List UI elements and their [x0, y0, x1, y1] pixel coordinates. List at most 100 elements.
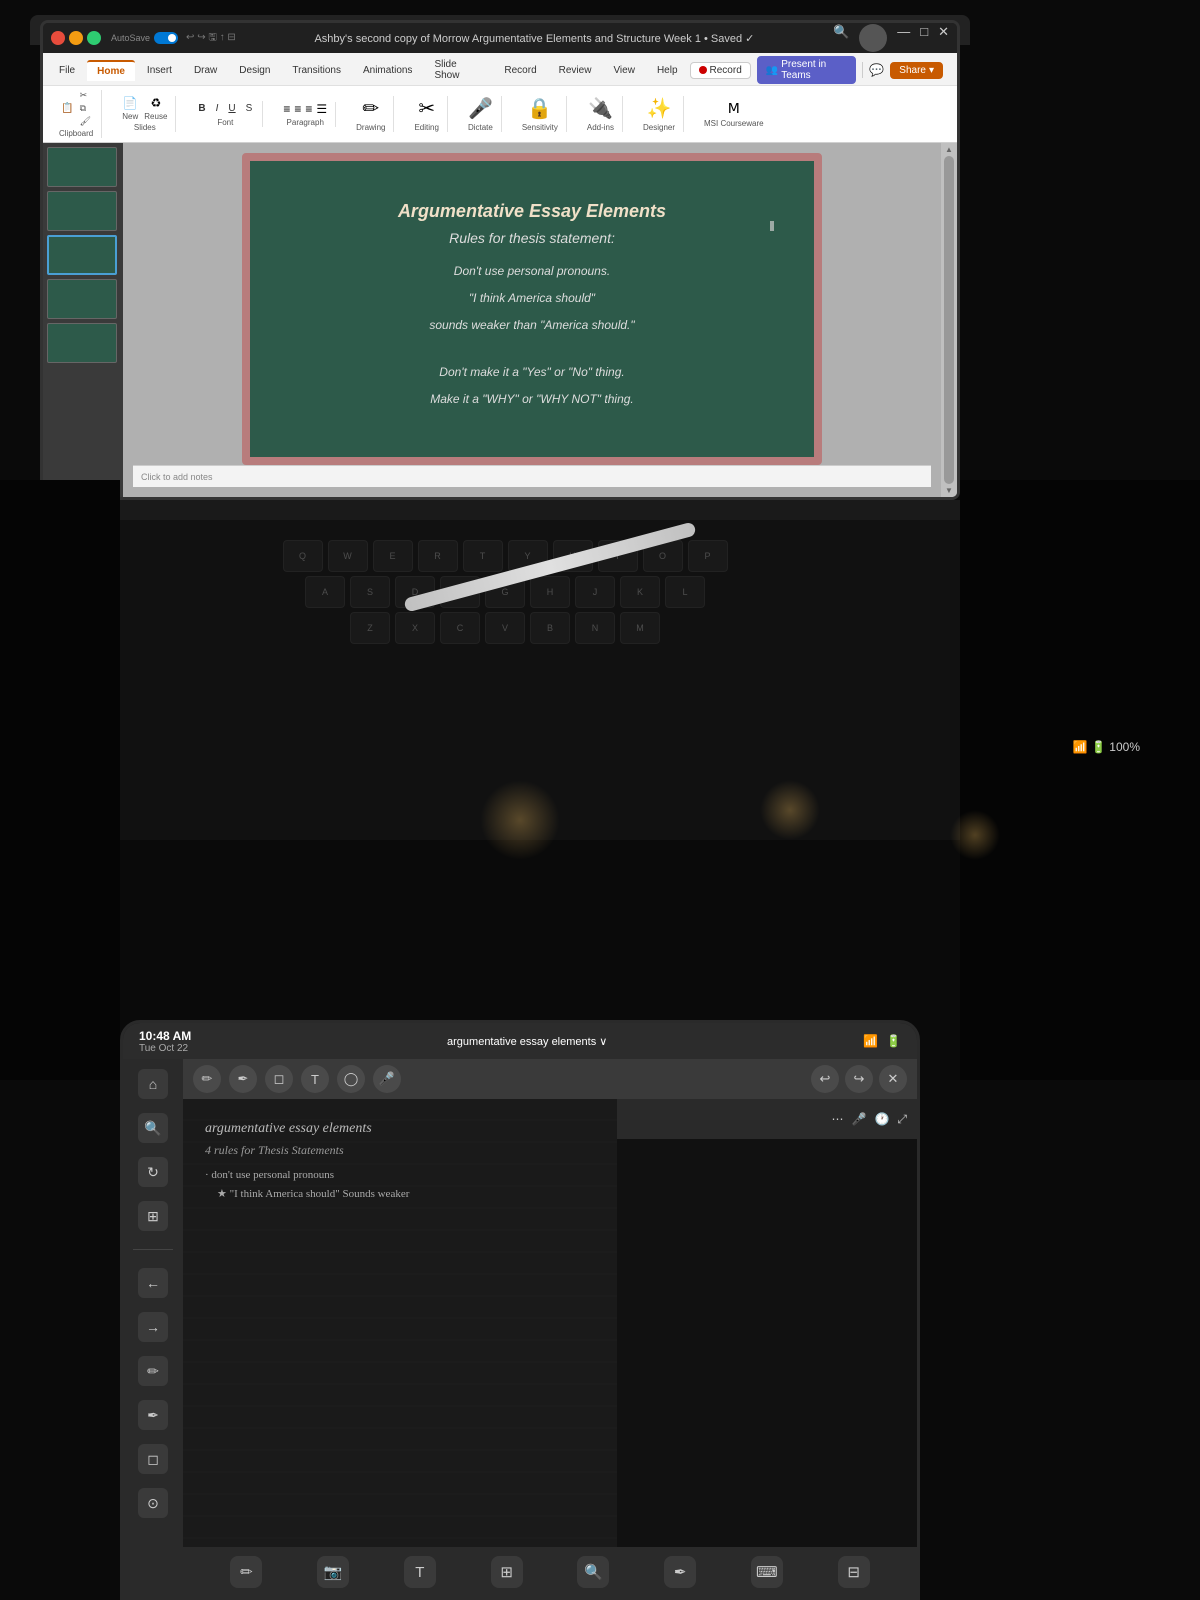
italic-btn[interactable]: I [216, 103, 219, 114]
tablet-redo-btn[interactable]: ↪ [845, 1065, 873, 1093]
tablet-bottom-1[interactable]: ✏ [230, 1556, 262, 1588]
tablet-bottom-7[interactable]: ⌨ [751, 1556, 783, 1588]
key-a[interactable]: A [305, 576, 345, 608]
present-in-teams-button[interactable]: 👥 Present in Teams [757, 56, 857, 84]
tablet-tool-3[interactable]: ◻ [265, 1065, 293, 1093]
tab-home[interactable]: Home [87, 60, 135, 81]
copy-icon[interactable]: ⧉ [80, 103, 91, 114]
slide-thumb-37[interactable] [47, 235, 117, 275]
key-v[interactable]: V [485, 612, 525, 644]
key-n[interactable]: N [575, 612, 615, 644]
addins-icon[interactable]: 🔌 [588, 96, 613, 121]
notes-placeholder[interactable]: Click to add notes [141, 472, 213, 482]
key-z[interactable]: Z [350, 612, 390, 644]
tab-file[interactable]: File [49, 61, 85, 80]
tablet-expand-icon[interactable]: ⤢ [897, 1112, 907, 1127]
tablet-bottom-8[interactable]: ⊟ [838, 1556, 870, 1588]
drawing-icon[interactable]: ✏ [362, 96, 379, 121]
tablet-forward-btn[interactable]: → [138, 1312, 168, 1342]
key-s[interactable]: S [350, 576, 390, 608]
key-w[interactable]: W [328, 540, 368, 572]
tab-animations[interactable]: Animations [353, 61, 422, 80]
scroll-bar[interactable]: ▲ ▼ [941, 143, 957, 497]
tablet-bottom-3[interactable]: T [404, 1556, 436, 1588]
maximize-button-app[interactable] [87, 31, 101, 45]
tab-review[interactable]: Review [549, 61, 602, 80]
key-b[interactable]: B [530, 612, 570, 644]
tablet-undo-btn[interactable]: ↩ [811, 1065, 839, 1093]
bullets-icon[interactable]: ☰ [316, 102, 327, 116]
key-h[interactable]: H [530, 576, 570, 608]
key-k[interactable]: K [620, 576, 660, 608]
tablet-refresh-btn[interactable]: ↻ [138, 1157, 168, 1187]
tab-help[interactable]: Help [647, 61, 688, 80]
tablet-tool-1[interactable]: ✏ [193, 1065, 221, 1093]
cut-icon[interactable]: ✂ [80, 90, 91, 101]
tablet-pencil-btn[interactable]: ✒ [138, 1400, 168, 1430]
msi-icon[interactable]: Ⅿ [728, 100, 740, 117]
tablet-bottom-2[interactable]: 📷 [317, 1556, 349, 1588]
minimize-button-app[interactable] [69, 31, 83, 45]
dictate-icon[interactable]: 🎤 [468, 96, 493, 121]
key-p[interactable]: P [688, 540, 728, 572]
tablet-search-btn[interactable]: 🔍 [138, 1113, 168, 1143]
tablet-pen-btn[interactable]: ✏ [138, 1356, 168, 1386]
tablet-close-btn[interactable]: ✕ [879, 1065, 907, 1093]
tablet-clock-icon[interactable]: 🕐 [874, 1112, 889, 1126]
tablet-home-btn[interactable]: ⌂ [138, 1069, 168, 1099]
key-e[interactable]: E [373, 540, 413, 572]
minimize-icon[interactable]: — [897, 24, 910, 52]
tablet-bottom-5[interactable]: 🔍 [577, 1556, 609, 1588]
tablet-bottom-6[interactable]: ✒ [664, 1556, 696, 1588]
key-m[interactable]: M [620, 612, 660, 644]
key-t[interactable]: T [463, 540, 503, 572]
tablet-eraser-btn[interactable]: ◻ [138, 1444, 168, 1474]
key-j[interactable]: J [575, 576, 615, 608]
editing-icon[interactable]: ✂ [418, 96, 435, 121]
tab-insert[interactable]: Insert [137, 61, 182, 80]
comment-icon[interactable]: 💬 [869, 63, 884, 77]
new-slide-icon[interactable]: 📄 [123, 96, 138, 110]
key-q[interactable]: Q [283, 540, 323, 572]
tab-slideshow[interactable]: Slide Show [424, 55, 492, 85]
tab-view[interactable]: View [603, 61, 645, 80]
slide-thumb-36[interactable] [47, 191, 117, 231]
tab-record-menu[interactable]: Record [494, 61, 546, 80]
slide-thumb-39[interactable] [47, 323, 117, 363]
tablet-tool-6[interactable]: 🎤 [373, 1065, 401, 1093]
format-painter-icon[interactable]: 🖌 [80, 116, 91, 127]
key-r[interactable]: R [418, 540, 458, 572]
share-button[interactable]: Share ▾ [890, 62, 943, 79]
tablet-tool-4[interactable]: T [301, 1065, 329, 1093]
tab-draw[interactable]: Draw [184, 61, 227, 80]
underline-btn[interactable]: U [228, 103, 235, 114]
align-right-icon[interactable]: ≡ [305, 102, 312, 116]
tablet-doc-title[interactable]: argumentative essay elements ∨ [199, 1035, 855, 1048]
tab-design[interactable]: Design [229, 61, 280, 80]
tablet-mic-icon[interactable]: 🎤 [851, 1112, 866, 1126]
strikethrough-btn[interactable]: S [246, 103, 253, 114]
slide-thumb-38[interactable] [47, 279, 117, 319]
slide-thumb-35[interactable] [47, 147, 117, 187]
tablet-bottom-4[interactable]: ⊞ [491, 1556, 523, 1588]
tablet-more-icon[interactable]: ⋯ [831, 1112, 843, 1126]
reuse-slides-icon[interactable]: ♻ [150, 96, 161, 110]
bold-btn[interactable]: B [198, 103, 205, 114]
key-x[interactable]: X [395, 612, 435, 644]
align-left-icon[interactable]: ≡ [283, 102, 290, 116]
restore-icon[interactable]: □ [920, 24, 928, 52]
align-center-icon[interactable]: ≡ [294, 102, 301, 116]
tablet-note-area[interactable]: argumentative essay elements 4 rules for… [183, 1099, 617, 1547]
tab-transitions[interactable]: Transitions [282, 61, 351, 80]
search-icon[interactable]: 🔍 [833, 24, 849, 52]
tablet-tool-5[interactable]: ◯ [337, 1065, 365, 1093]
paste-icon[interactable]: 📋 [61, 103, 73, 114]
key-c[interactable]: C [440, 612, 480, 644]
close-icon[interactable]: ✕ [938, 24, 949, 52]
record-button[interactable]: Record [690, 62, 751, 79]
tablet-lasso-btn[interactable]: ⊙ [138, 1488, 168, 1518]
sensitivity-icon[interactable]: 🔒 [527, 96, 552, 121]
slide-frame[interactable]: Argumentative Essay Elements Rules for t… [242, 153, 822, 465]
autosave-toggle[interactable] [154, 32, 178, 44]
designer-icon[interactable]: ✨ [647, 96, 672, 121]
